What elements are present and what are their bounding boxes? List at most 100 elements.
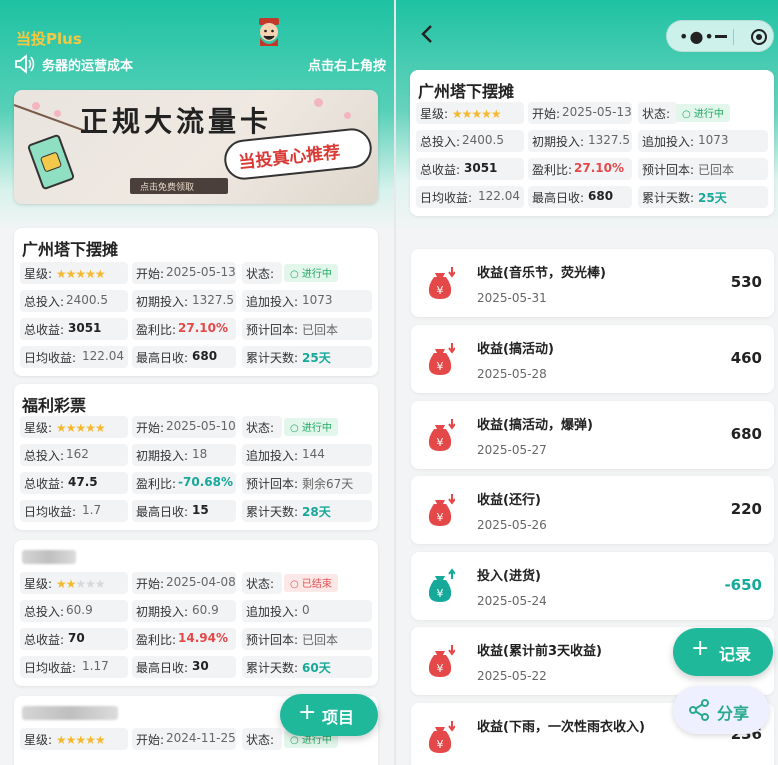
record-amount: 460 (730, 349, 762, 367)
record-item[interactable]: ¥ 收益(还行) 2025-05-26 220 (411, 476, 774, 544)
income-moneybag-icon: ¥ (428, 343, 455, 375)
total-income-field: 总收益: 70 (20, 628, 128, 650)
blurred-project-name (22, 706, 118, 720)
initial-invest-field: 初期投入: 60.9 (132, 600, 236, 622)
project-name: 广州塔下摆摊 (22, 240, 119, 259)
close-target-icon[interactable] (751, 29, 767, 45)
income-moneybag-icon: ¥ (428, 721, 455, 753)
record-amount: 530 (730, 273, 762, 291)
status-badge: ○ 进行中 (284, 264, 338, 282)
record-item[interactable]: ¥ 投入(进货) 2025-05-24 -650 (411, 552, 774, 620)
payback-field: 预计回本: 剩余67天 (242, 472, 372, 494)
share-button[interactable]: 分享 (673, 686, 769, 734)
project-card[interactable]: 广州塔下摆摊 星级: ★★★★★ 开始: 2025-05-13 状态: ○ 进行中… (14, 228, 378, 376)
record-item[interactable]: ¥ 收益(音乐节，荧光棒) 2025-05-31 530 (411, 249, 774, 317)
profit-ratio-field: 盈利比: 27.10% (132, 318, 236, 340)
income-moneybag-icon: ¥ (428, 645, 455, 677)
start-field: 开始: 2025-04-08 (132, 572, 236, 594)
add-project-button[interactable]: + 项目 (280, 694, 378, 736)
max-daily-field: 最高日收: 680 (528, 186, 632, 208)
status-field: 状态: (242, 572, 282, 594)
mini-program-capsule[interactable]: •●• (666, 20, 774, 52)
star-icon: ★★ (55, 577, 76, 591)
record-item[interactable]: ¥ 收益(搞活动，爆弹) 2025-05-27 680 (411, 401, 774, 469)
project-detail-screen: •●• 广州塔下摆摊 星级: ★★★★★ 开始: 2025-05-13 状态: ○… (396, 0, 778, 765)
days-field: 累计天数: 28天 (242, 500, 372, 522)
total-income-field: 总收益: 47.5 (20, 472, 128, 494)
plus-icon: + (691, 636, 710, 661)
profit-ratio-field: 盈利比: 14.94% (132, 628, 236, 650)
record-title: 收益(累计前3天收益) (477, 644, 602, 659)
notice-text: 务器的运营成本 (42, 59, 134, 74)
extra-invest-field: 追加投入: 1073 (242, 290, 372, 312)
record-date: 2025-05-28 (477, 367, 547, 381)
daily-avg-field: 日均收益: 1.17 (20, 656, 128, 678)
status-field: 状态: (638, 102, 678, 124)
add-record-button[interactable]: + 记录 (673, 628, 773, 676)
invest-moneybag-icon: ¥ (428, 568, 455, 602)
stars-field: 星级: ★★★★★ (20, 262, 128, 284)
status-field: 状态: (242, 416, 282, 438)
star-icon: ★★★★★ (55, 733, 106, 747)
start-field: 开始: 2025-05-10 (132, 416, 236, 438)
banner-cta[interactable]: 点击免费领取 (130, 178, 228, 194)
more-icon[interactable]: •●• (679, 27, 715, 46)
sim-card-icon (26, 133, 76, 191)
svg-text:¥: ¥ (437, 284, 444, 297)
payback-field: 预计回本: 已回本 (242, 318, 372, 340)
income-moneybag-icon: ¥ (428, 419, 455, 451)
record-title: 收益(搞活动) (477, 342, 554, 357)
record-item[interactable]: ¥ 收益(搞活动) 2025-05-28 460 (411, 325, 774, 393)
notice-bar[interactable]: 务器的运营成本 点击右上角按 (14, 54, 394, 74)
daily-avg-field: 日均收益: 122.04 (416, 186, 524, 208)
initial-invest-field: 初期投入: 18 (132, 444, 236, 466)
svg-text:¥: ¥ (437, 738, 444, 751)
total-invest-field: 总投入: 60.9 (20, 600, 128, 622)
ad-banner[interactable]: 正规大流量卡 当投真心推荐 点击免费领取 (14, 90, 378, 204)
record-amount: 220 (730, 500, 762, 518)
start-field: 开始: 2025-05-13 (132, 262, 236, 284)
record-title: 投入(进货) (477, 569, 541, 584)
profit-ratio-field: 盈利比: -70.68% (132, 472, 236, 494)
extra-invest-field: 追加投入: 1073 (638, 130, 768, 152)
record-date: 2025-05-31 (477, 291, 547, 305)
record-amount: 680 (730, 425, 762, 443)
share-icon (689, 699, 709, 721)
svg-text:¥: ¥ (437, 360, 444, 373)
record-date: 2025-05-22 (477, 669, 547, 683)
chevron-left-icon (421, 25, 432, 43)
project-card[interactable]: 星级: ★★★★★ 开始: 2025-04-08 状态: ○ 已结束 总投入: 60… (14, 540, 378, 686)
blossom-decoration (32, 102, 40, 110)
mascot-icon (259, 18, 279, 46)
max-daily-field: 最高日收: 680 (132, 346, 236, 368)
project-card[interactable]: 福利彩票 星级: ★★★★★ 开始: 2025-05-10 状态: ○ 进行中 总… (14, 384, 378, 530)
start-field: 开始: 2025-05-13 (528, 102, 632, 124)
minimize-icon[interactable] (715, 35, 727, 38)
stars-field: 星级: ★★★★★ (416, 102, 524, 124)
star-icon: ★★★★★ (55, 421, 106, 435)
record-title: 收益(下雨，一次性雨衣收入) (477, 720, 645, 735)
blossom-decoration (314, 98, 323, 107)
record-date: 2025-05-24 (477, 594, 547, 608)
record-amount: -650 (724, 576, 762, 594)
max-daily-field: 最高日收: 30 (132, 656, 236, 678)
days-field: 累计天数: 25天 (242, 346, 372, 368)
income-moneybag-icon: ¥ (428, 494, 455, 526)
project-name: 福利彩票 (22, 396, 87, 415)
total-income-field: 总收益: 3051 (20, 318, 128, 340)
star-icon: ★★★★★ (451, 107, 502, 121)
days-field: 累计天数: 25天 (638, 186, 768, 208)
status-badge: ○ 已结束 (284, 574, 338, 592)
blossom-decoration (54, 110, 61, 117)
record-title: 收益(搞活动，爆弹) (477, 418, 593, 433)
max-daily-field: 最高日收: 15 (132, 500, 236, 522)
profit-ratio-field: 盈利比: 27.10% (528, 158, 632, 180)
total-invest-field: 总投入: 2400.5 (20, 290, 128, 312)
initial-invest-field: 初期投入: 1327.5 (528, 130, 632, 152)
app-brand: 当投Plus (16, 30, 82, 48)
daily-avg-field: 日均收益: 122.04 (20, 346, 128, 368)
back-button[interactable] (416, 22, 440, 46)
record-date: 2025-05-26 (477, 518, 547, 532)
svg-text:¥: ¥ (437, 662, 444, 675)
stars-field: 星级: ★★★★★ (20, 416, 128, 438)
